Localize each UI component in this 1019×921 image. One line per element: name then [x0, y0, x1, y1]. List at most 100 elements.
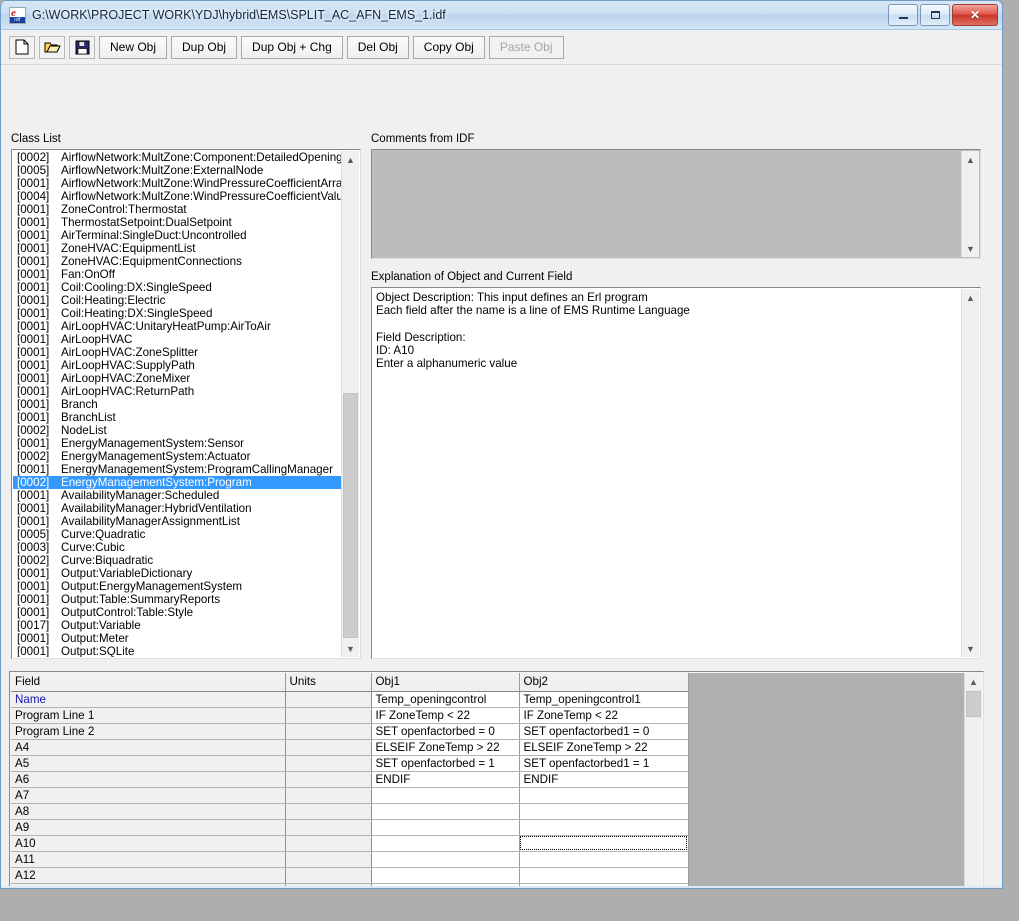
class-list-item[interactable]: [0001] AirLoopHVAC:ReturnPath: [13, 385, 342, 398]
units-cell[interactable]: [285, 867, 372, 884]
value-cell[interactable]: Temp_openingcontrol: [371, 691, 520, 708]
class-list-item[interactable]: [0001] ZoneHVAC:EquipmentConnections: [13, 255, 342, 268]
class-list-item[interactable]: [0001] AirLoopHVAC:ZoneSplitter: [13, 346, 342, 359]
object-grid[interactable]: Field Units Obj1 Obj2 Name Temp_openingcontr…: [11, 673, 689, 888]
save-button[interactable]: [69, 35, 95, 59]
class-list-item[interactable]: [0001] EnergyManagementSystem:Sensor: [13, 437, 342, 450]
class-list-item[interactable]: [0001] AirLoopHVAC:ZoneMixer: [13, 372, 342, 385]
column-header[interactable]: Units: [285, 673, 372, 692]
table-body[interactable]: Name Temp_openingcontrol Temp_openingcontr…: [11, 691, 689, 888]
class-list-item[interactable]: [0002] AirflowNetwork:MultZone:Component:…: [13, 151, 342, 164]
value-cell[interactable]: [371, 803, 520, 820]
comments-scrollbar[interactable]: ▲ ▼: [961, 151, 979, 257]
grid-scrollbar-thumb[interactable]: [966, 691, 981, 717]
minimize-button[interactable]: [888, 4, 918, 26]
class-list-item[interactable]: [0001] EnergyManagementSystem:ProgramCall…: [13, 463, 342, 476]
close-button[interactable]: ✕: [952, 4, 998, 26]
new-obj-button[interactable]: New Obj: [99, 35, 168, 59]
field-cell[interactable]: A11: [11, 851, 286, 868]
column-header[interactable]: Obj1: [371, 673, 520, 692]
class-list-item[interactable]: [0001] Coil:Cooling:DX:SingleSpeed: [13, 281, 342, 294]
scrollbar-thumb[interactable]: [343, 393, 358, 638]
value-cell[interactable]: IF ZoneTemp < 22: [371, 707, 520, 724]
units-cell[interactable]: [285, 723, 372, 740]
class-list-item[interactable]: [0001] BranchList: [13, 411, 342, 424]
del-obj-button[interactable]: Del Obj: [346, 35, 409, 59]
new-file-button[interactable]: [9, 35, 35, 59]
class-list-item[interactable]: [0001] Output:Meter: [13, 632, 342, 645]
class-list-item[interactable]: [0005] AirflowNetwork:MultZone:ExternalNo…: [13, 164, 342, 177]
field-cell[interactable]: A12: [11, 867, 286, 884]
class-list-item[interactable]: [0002] EnergyManagementSystem:Actuator: [13, 450, 342, 463]
object-grid-panel[interactable]: Field Units Obj1 Obj2 Name Temp_openingcontr…: [9, 671, 984, 888]
class-list-item[interactable]: [0001] Output:VariableDictionary: [13, 567, 342, 580]
class-list-item[interactable]: [0001] AvailabilityManagerAssignmentList: [13, 515, 342, 528]
explanation-panel[interactable]: Object Description: This input defines a…: [371, 287, 981, 659]
field-cell[interactable]: A10: [11, 835, 286, 852]
value-cell[interactable]: Temp_openingcontrol1: [519, 691, 689, 708]
value-cell[interactable]: [519, 851, 689, 868]
grid-scroll-up-icon[interactable]: ▲: [965, 673, 982, 690]
units-cell[interactable]: [285, 771, 372, 788]
class-list-item[interactable]: [0001] AirLoopHVAC: [13, 333, 342, 346]
field-cell[interactable]: A6: [11, 771, 286, 788]
field-cell[interactable]: A7: [11, 787, 286, 804]
field-cell[interactable]: A5: [11, 755, 286, 772]
object-grid-scroll-area[interactable]: Field Units Obj1 Obj2 Name Temp_openingcontr…: [11, 673, 965, 888]
table-row[interactable]: A6 ENDIF ENDIF: [11, 771, 689, 788]
field-cell[interactable]: Program Line 1: [11, 707, 286, 724]
value-cell[interactable]: ENDIF: [371, 771, 520, 788]
units-cell[interactable]: [285, 819, 372, 836]
class-list-item[interactable]: [0004] AirflowNetwork:MultZone:WindPressu…: [13, 190, 342, 203]
value-cell[interactable]: IF ZoneTemp < 22: [519, 707, 689, 724]
comments-scroll-up-icon[interactable]: ▲: [962, 151, 979, 168]
class-list-item[interactable]: [0002] NodeList: [13, 424, 342, 437]
table-row[interactable]: Name Temp_openingcontrol Temp_openingcontr…: [11, 691, 689, 708]
field-cell[interactable]: A8: [11, 803, 286, 820]
table-row[interactable]: A8: [11, 803, 689, 820]
value-cell[interactable]: [371, 851, 520, 868]
field-cell[interactable]: Program Line 2: [11, 723, 286, 740]
units-cell[interactable]: [285, 755, 372, 772]
value-cell[interactable]: SET openfactorbed1 = 1: [519, 755, 689, 772]
class-list-item[interactable]: [0001] Coil:Heating:DX:SingleSpeed: [13, 307, 342, 320]
value-cell[interactable]: [371, 867, 520, 884]
explanation-scroll-up-icon[interactable]: ▲: [962, 289, 979, 306]
units-cell[interactable]: [285, 691, 372, 708]
value-cell[interactable]: [371, 787, 520, 804]
grid-scrollbar[interactable]: ▲ ▼: [964, 673, 982, 888]
value-cell[interactable]: ELSEIF ZoneTemp > 22: [519, 739, 689, 756]
table-row[interactable]: Program Line 2 SET openfactorbed = 0 SET o…: [11, 723, 689, 740]
open-file-button[interactable]: [39, 35, 65, 59]
class-list-item[interactable]: [0005] Curve:Quadratic: [13, 528, 342, 541]
value-cell[interactable]: SET openfactorbed = 1: [371, 755, 520, 772]
dup-obj-button[interactable]: Dup Obj: [171, 35, 238, 59]
class-list-panel[interactable]: [0002] AirflowNetwork:MultZone:Component:…: [11, 149, 361, 659]
scroll-up-icon[interactable]: ▲: [342, 151, 359, 168]
value-cell[interactable]: ENDIF: [519, 771, 689, 788]
class-list-item[interactable]: [0017] Output:Variable: [13, 619, 342, 632]
class-list-item[interactable]: [0001] OutputControl:Table:Style: [13, 606, 342, 619]
table-row[interactable]: A9: [11, 819, 689, 836]
value-cell[interactable]: [371, 835, 520, 852]
class-list-item[interactable]: [0001] AvailabilityManager:HybridVentilat…: [13, 502, 342, 515]
table-row[interactable]: A10: [11, 835, 689, 852]
class-list-item[interactable]: [0001] AirflowNetwork:MultZone:WindPressu…: [13, 177, 342, 190]
class-list-item[interactable]: [0001] AirLoopHVAC:SupplyPath: [13, 359, 342, 372]
explanation-scroll-down-icon[interactable]: ▼: [962, 640, 979, 657]
copy-obj-button[interactable]: Copy Obj: [412, 35, 485, 59]
value-cell[interactable]: [519, 835, 689, 852]
units-cell[interactable]: [285, 707, 372, 724]
class-list-item[interactable]: [0001] Fan:OnOff: [13, 268, 342, 281]
table-row[interactable]: A4 ELSEIF ZoneTemp > 22 ELSEIF ZoneTemp > …: [11, 739, 689, 756]
class-list-item[interactable]: [0001] AirLoopHVAC:UnitaryHeatPump:AirToA…: [13, 320, 342, 333]
table-row[interactable]: A5 SET openfactorbed = 1 SET openfactorbed…: [11, 755, 689, 772]
field-cell[interactable]: A9: [11, 819, 286, 836]
units-cell[interactable]: [285, 851, 372, 868]
field-cell[interactable]: Name: [11, 691, 286, 708]
scroll-down-icon[interactable]: ▼: [342, 640, 359, 657]
class-list-item[interactable]: [0001] AirTerminal:SingleDuct:Uncontrolle…: [13, 229, 342, 242]
class-list-item[interactable]: [0001] Branch: [13, 398, 342, 411]
units-cell[interactable]: [285, 739, 372, 756]
class-list-item[interactable]: [0001] Output:EnergyManagementSystem: [13, 580, 342, 593]
